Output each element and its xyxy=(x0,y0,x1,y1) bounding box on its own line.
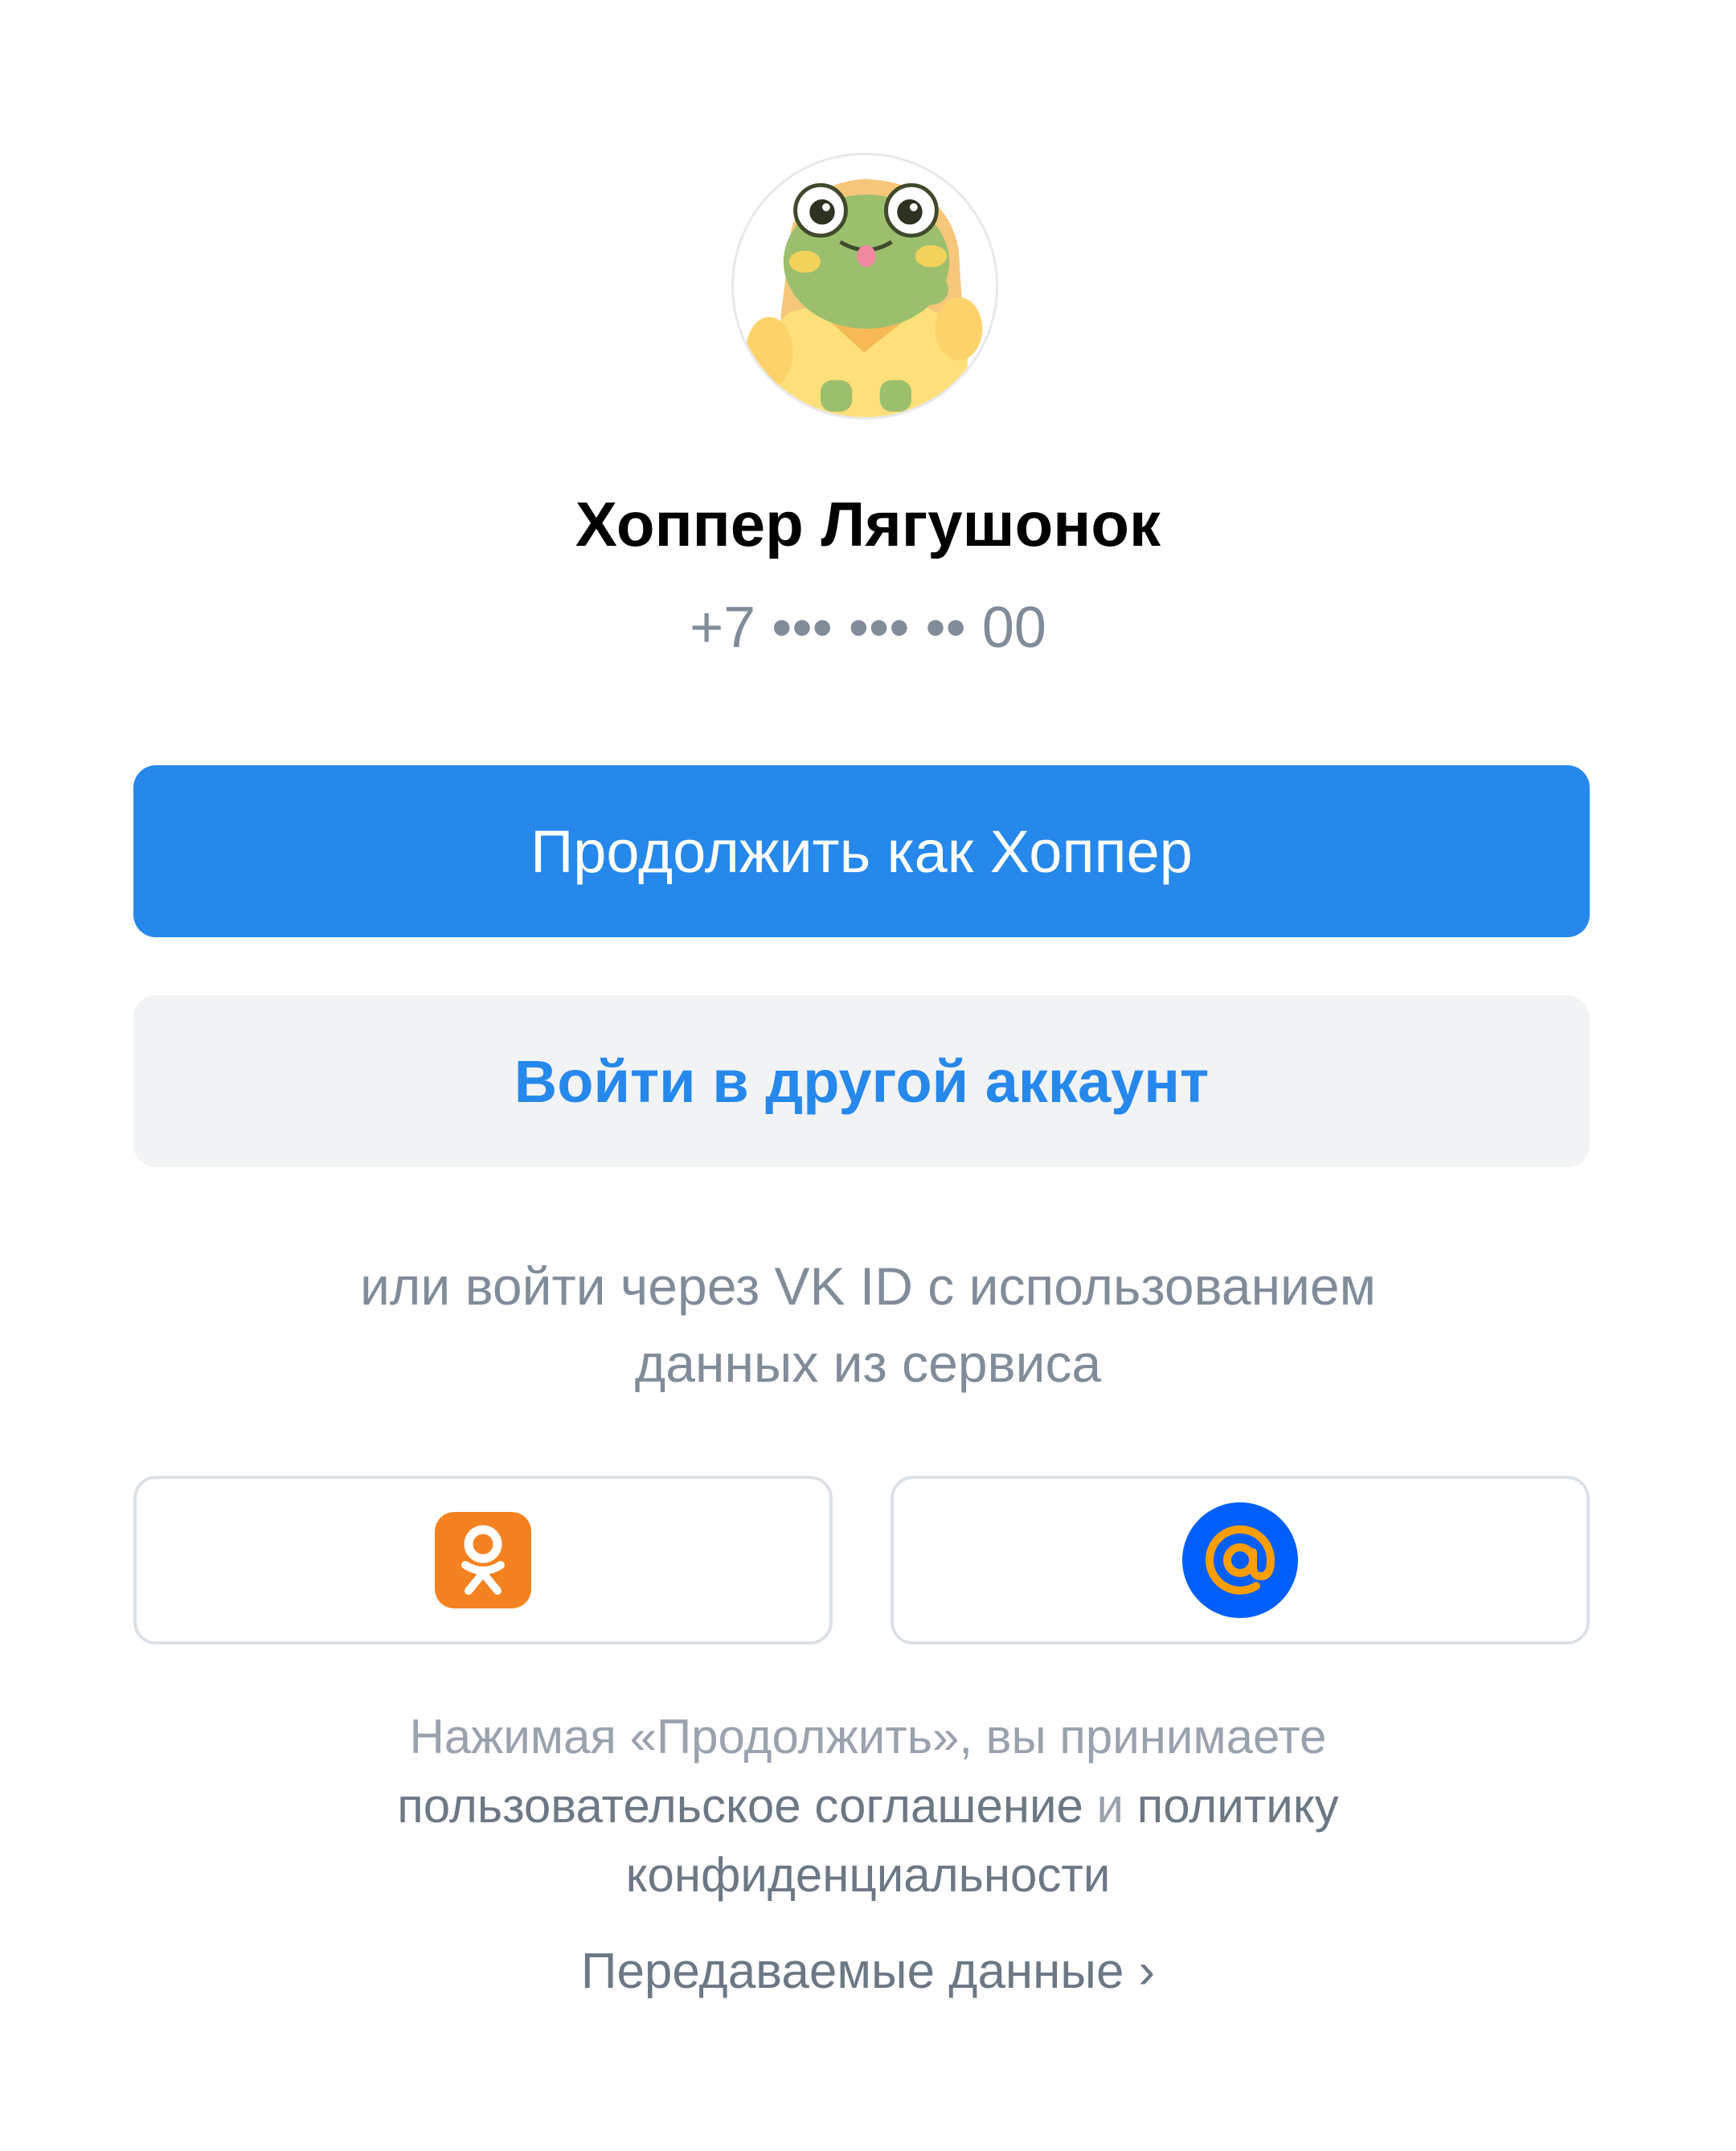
user-phone: +7 ••• ••• •• 00 xyxy=(690,596,1046,660)
alternative-line-2: данных из сервиса xyxy=(634,1334,1102,1393)
chevron-right-icon: › xyxy=(1138,1944,1156,1999)
avatar xyxy=(731,153,998,420)
mail-icon xyxy=(1182,1502,1298,1618)
user-name: Хоппер Лягушонок xyxy=(575,489,1161,559)
terms-link[interactable]: пользовательское соглашение xyxy=(397,1779,1083,1833)
legal-line-3: конфиденциальности xyxy=(96,1841,1640,1910)
legal-text: Нажимая «Продолжить», вы принимаете поль… xyxy=(96,1702,1640,1910)
alternative-login-text: или войти через VK ID с использованием д… xyxy=(161,1248,1575,1402)
ok-icon xyxy=(435,1512,531,1608)
legal-line-2: пользовательское соглашение и политику xyxy=(96,1772,1640,1841)
legal-line-1: Нажимая «Продолжить», вы принимаете xyxy=(409,1710,1327,1764)
frog-avatar-icon xyxy=(734,155,996,417)
transferred-data-link[interactable]: Передаваемые данные › xyxy=(0,1937,1736,2006)
continue-button[interactable]: Продолжить как Хоппер xyxy=(133,765,1590,937)
ok-login-button[interactable] xyxy=(133,1476,833,1645)
transferred-data-label: Передаваемые данные xyxy=(580,1944,1124,1999)
alternative-line-1: или войти через VK ID с использованием xyxy=(359,1256,1377,1316)
mail-login-button[interactable] xyxy=(891,1476,1590,1645)
other-account-button[interactable]: Войти в другой аккаунт xyxy=(133,995,1590,1167)
privacy-link-part2[interactable]: конфиденциальности xyxy=(626,1848,1111,1902)
privacy-link-part1[interactable]: политику xyxy=(1137,1779,1339,1833)
legal-and: и xyxy=(1096,1779,1124,1833)
